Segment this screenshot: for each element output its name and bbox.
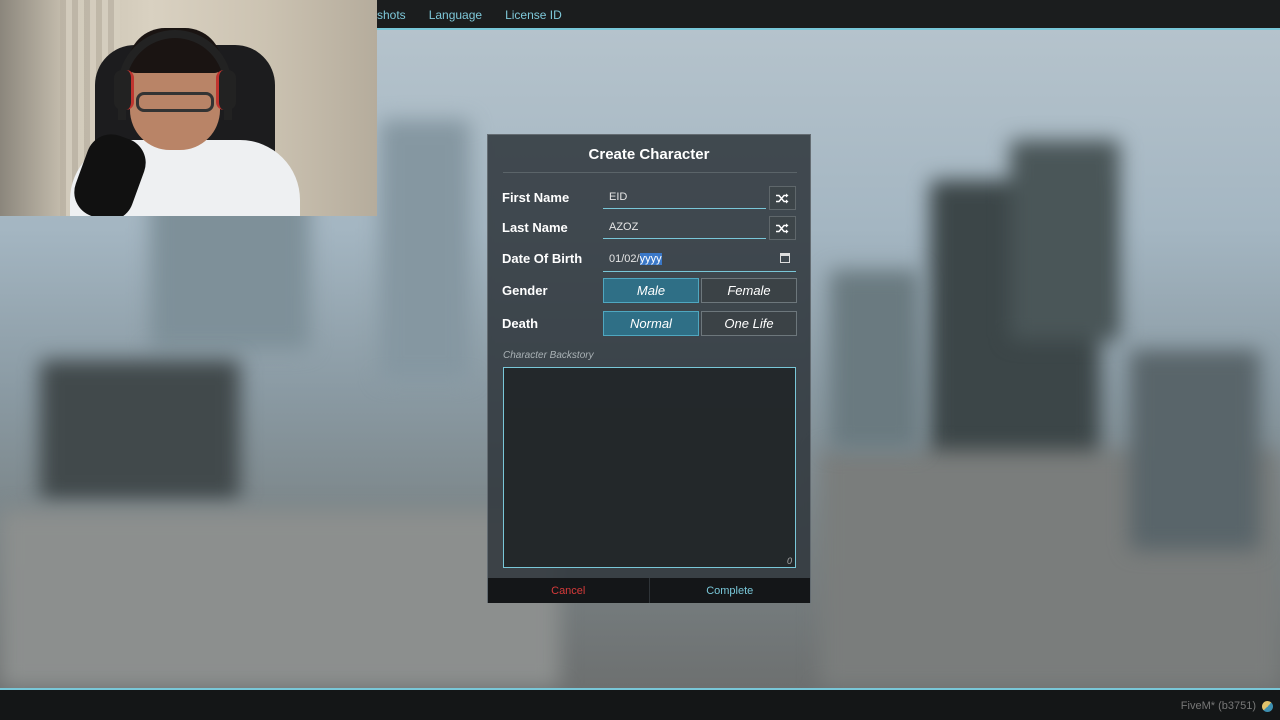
shuffle-icon [776, 223, 789, 233]
dialog-footer: Cancel Complete [488, 578, 810, 603]
dob-input[interactable]: 01/02/yyyy [603, 248, 796, 272]
dob-label: Date Of Birth [502, 251, 583, 266]
nav-item-license-id[interactable]: License ID [505, 8, 562, 22]
version-text: FiveM* (b3751) [1180, 700, 1256, 712]
shuffle-icon [776, 193, 789, 203]
fivem-logo-icon [1262, 701, 1273, 712]
create-character-dialog: Create Character First Name EID Last Nam… [487, 134, 811, 603]
nav-item-screenshots[interactable]: shots [377, 8, 406, 22]
dob-value: 01/02/ [609, 253, 640, 265]
death-normal-button[interactable]: Normal [603, 311, 699, 336]
first-name-label: First Name [502, 190, 570, 205]
backstory-label: Character Backstory [503, 350, 594, 361]
dialog-title: Create Character [588, 146, 710, 163]
nav-menu: shots Language License ID [377, 0, 585, 30]
gender-male-button[interactable]: Male [603, 278, 699, 303]
character-counter: 0 [786, 556, 792, 566]
cancel-button[interactable]: Cancel [488, 578, 650, 603]
last-name-input[interactable]: AZOZ [603, 215, 766, 239]
gender-label: Gender [502, 283, 548, 298]
webcam-overlay [0, 0, 377, 216]
status-bar: FiveM* (b3751) [0, 688, 1280, 720]
backstory-textarea[interactable]: 0 [503, 367, 796, 568]
first-name-random-button[interactable] [769, 186, 796, 210]
dob-year-selected: yyyy [639, 253, 662, 265]
death-one-life-button[interactable]: One Life [701, 311, 797, 336]
nav-item-language[interactable]: Language [429, 8, 482, 22]
first-name-input[interactable]: EID [603, 185, 766, 209]
last-name-random-button[interactable] [769, 216, 796, 240]
gender-female-button[interactable]: Female [701, 278, 797, 303]
calendar-icon[interactable] [780, 253, 790, 263]
title-divider [503, 172, 797, 173]
death-label: Death [502, 316, 539, 331]
last-name-label: Last Name [502, 220, 568, 235]
complete-button[interactable]: Complete [650, 578, 811, 603]
